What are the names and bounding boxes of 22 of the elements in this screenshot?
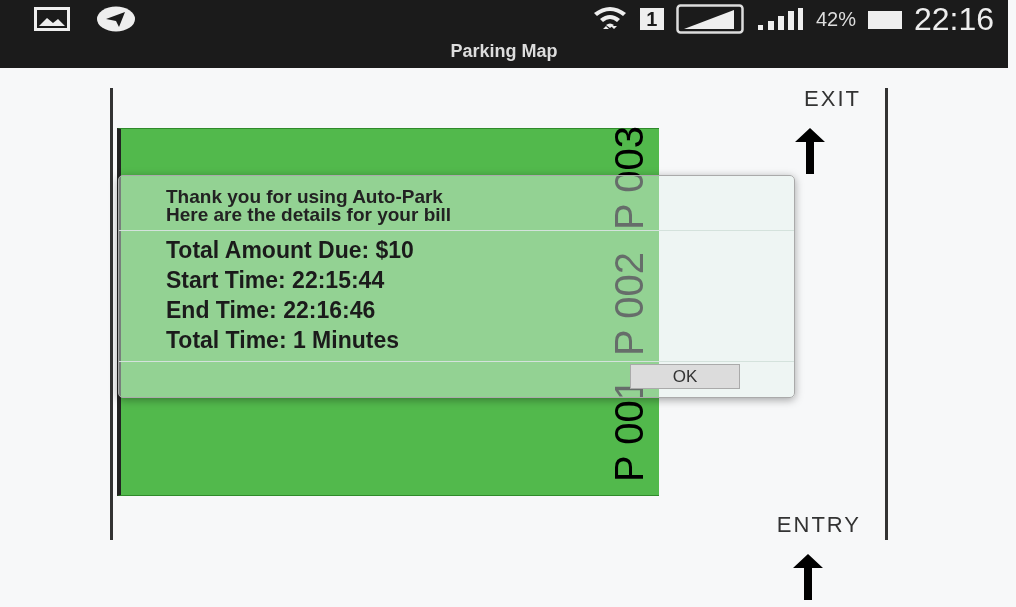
up-arrow-icon [795,128,825,174]
battery-percent: 42% [815,7,856,31]
entry-label: ENTRY [776,512,861,538]
picture-icon [34,7,70,31]
bill-detail: Total Amount Due: $10 [166,236,414,265]
signal-icon [755,7,804,31]
up-arrow-icon [793,554,823,600]
clock-time: 22:16 [913,0,994,38]
slot-label: P 002 [606,251,652,358]
battery-icon [867,9,902,29]
signal-icon [675,4,744,34]
navigation-icon [96,6,136,32]
bill-detail: End Time: 22:16:46 [166,296,376,325]
slot-label: P 003 [606,125,652,232]
sim-badge: 1 [639,8,664,30]
exit-label: EXIT [804,86,861,112]
bill-detail: Start Time: 22:15:44 [166,266,385,295]
bill-detail: Total Time: 1 Minutes [166,326,399,355]
ok-button[interactable]: OK [630,364,740,389]
dialog-message: Thank you for using Auto-Park [166,188,443,206]
dialog-message: Here are the details for your bill [166,206,452,224]
screen-title: Parking Map [449,40,559,63]
